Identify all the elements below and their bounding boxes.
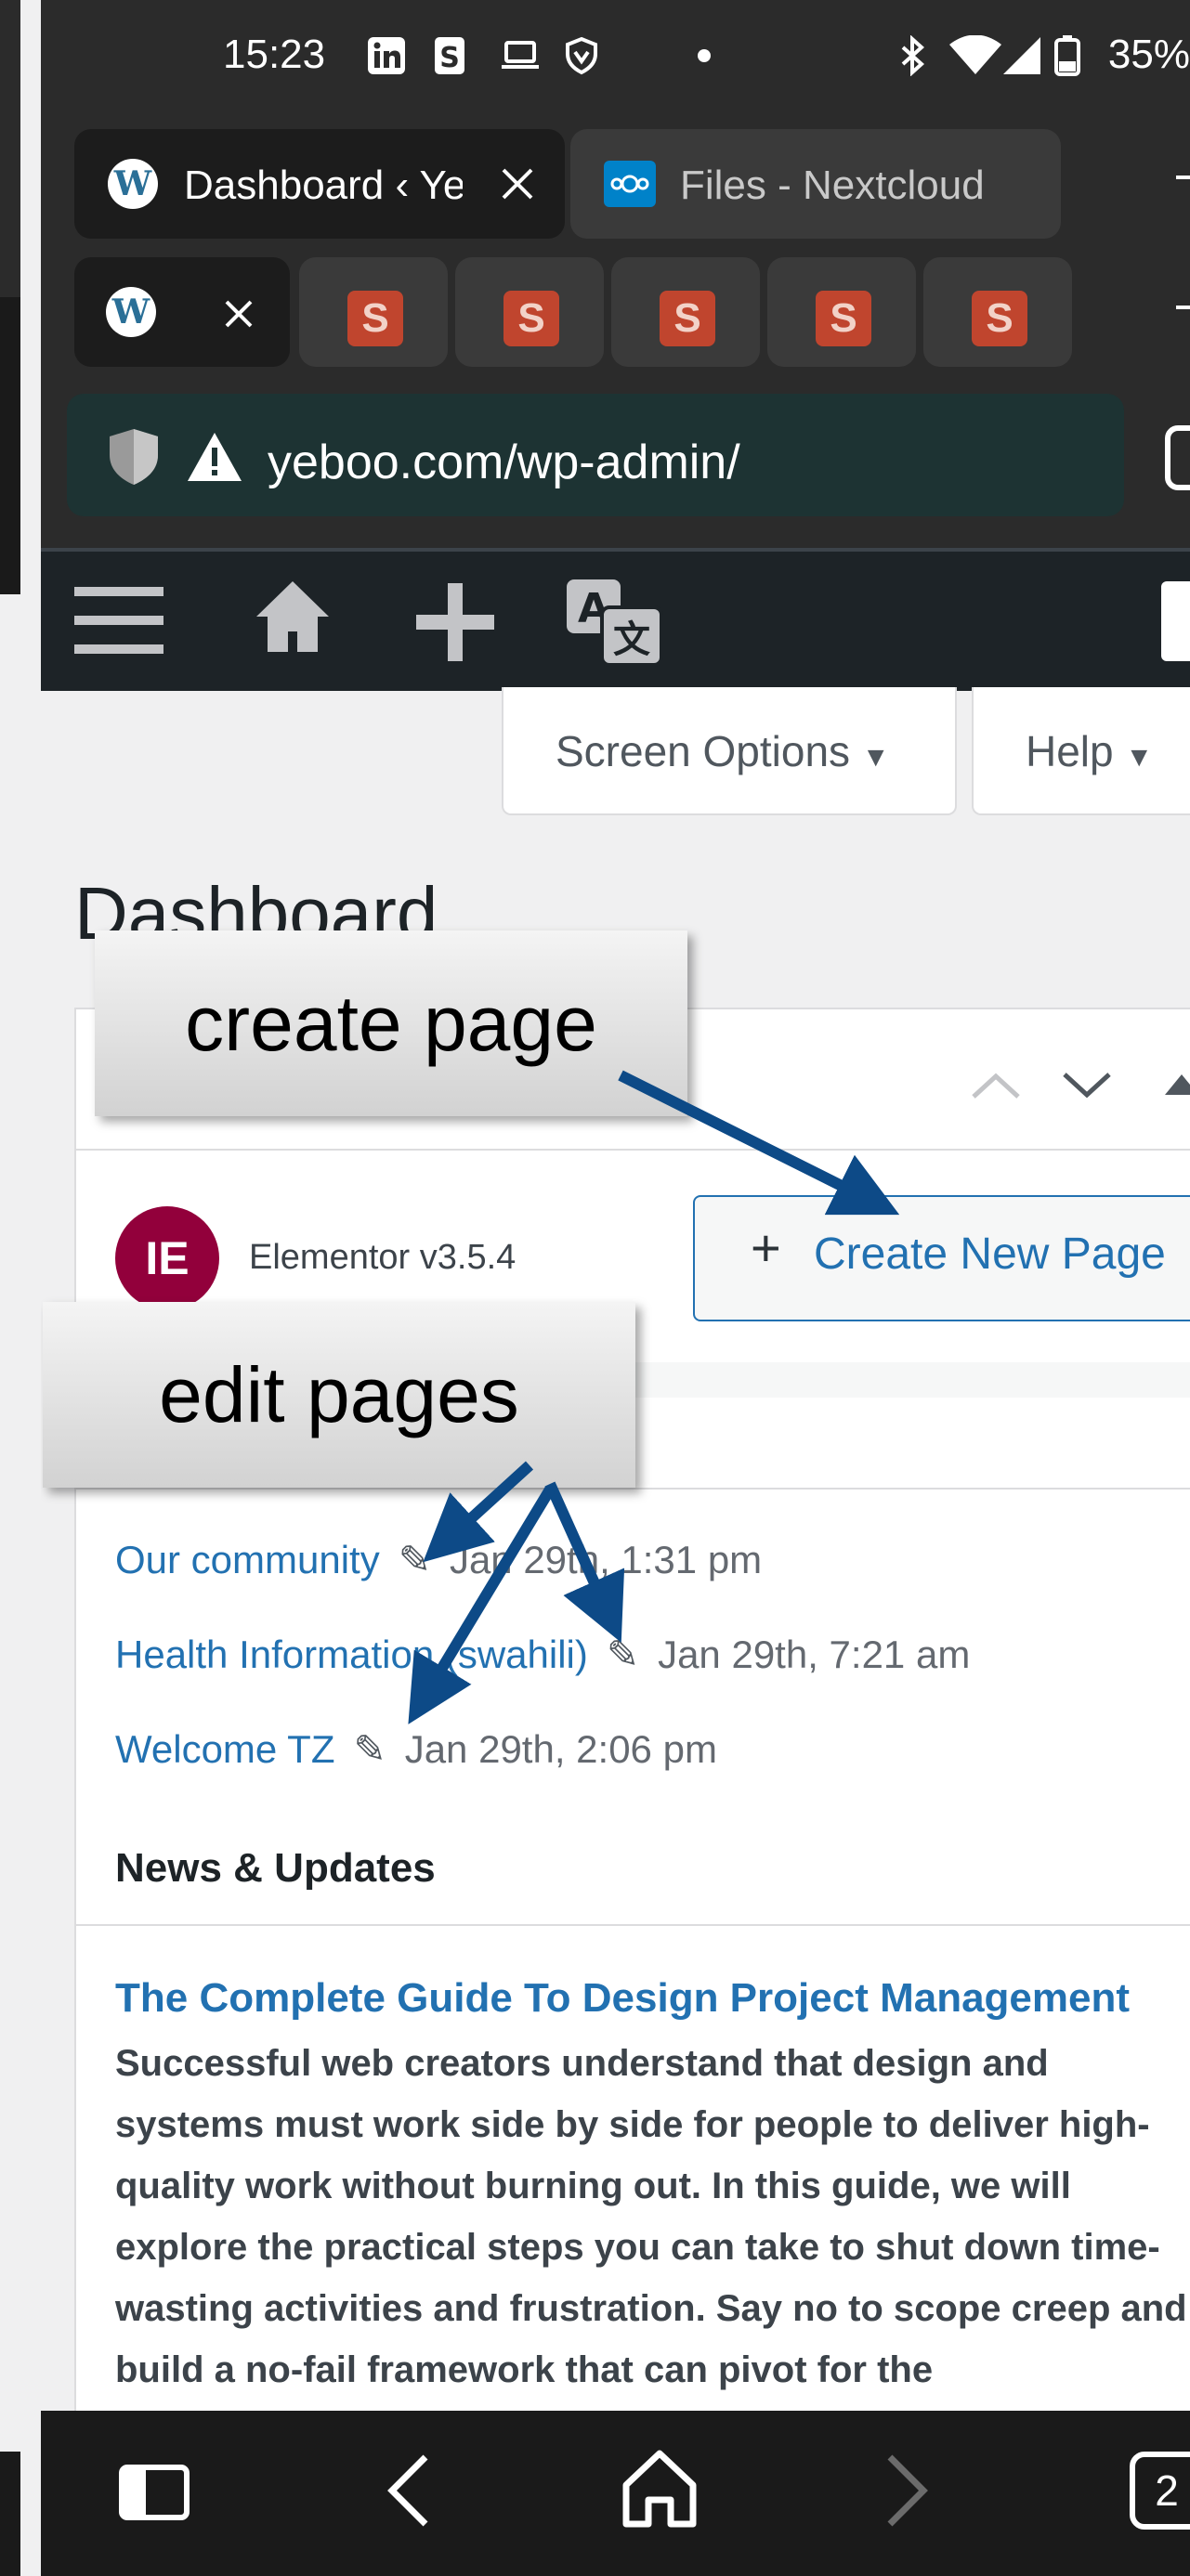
pencil-icon[interactable]: ✎	[399, 1538, 431, 1581]
recent-page-date: Jan 29th, 7:21 am	[658, 1633, 971, 1676]
bluetooth-icon	[901, 35, 924, 76]
recent-page-link[interactable]: Health Information (swahili)	[115, 1633, 588, 1676]
tab-s-app[interactable]: S	[767, 257, 916, 367]
tab-strip: W S S S S S	[41, 246, 1190, 371]
background-app-strip	[0, 0, 41, 2576]
tab-nextcloud[interactable]: Files - Nextcloud	[570, 129, 1061, 239]
shield-icon[interactable]	[106, 425, 162, 487]
plus-icon[interactable]	[414, 581, 496, 663]
tabs-icon[interactable]	[119, 2465, 190, 2520]
nextcloud-icon	[604, 161, 656, 207]
elementor-overview-panel: IE Elementor v3.5.4 + Create New Page Ou…	[74, 1008, 1190, 2423]
elementor-version: Elementor v3.5.4	[249, 1238, 517, 1277]
url-text[interactable]: yeboo.com/wp-admin/	[268, 435, 740, 490]
tab-groups-bar: W Dashboard ‹ Yeboo Files - Nextcloud	[41, 116, 1190, 246]
url-bar-area: yeboo.com/wp-admin/	[41, 371, 1190, 548]
svg-text:S: S	[439, 42, 460, 74]
battery-percent: 35%	[1107, 32, 1190, 77]
tab-wordpress[interactable]: W	[74, 257, 290, 367]
wordpress-icon: W	[108, 159, 158, 209]
article-excerpt: Successful web creators understand that …	[115, 2043, 1187, 2390]
browser-bottom-nav: 2	[41, 2411, 1190, 2576]
pencil-icon[interactable]: ✎	[354, 1727, 386, 1771]
status-time: 15:23	[223, 32, 326, 77]
elementor-logo: IE	[115, 1206, 219, 1310]
vpn-icon	[566, 36, 597, 75]
pencil-icon[interactable]: ✎	[607, 1633, 639, 1676]
chevron-up-icon[interactable]	[970, 1071, 1022, 1100]
status-bar: 15:23 S 35%	[41, 0, 1190, 116]
svg-text:文: 文	[613, 618, 650, 661]
s-app-icon: S	[972, 291, 1027, 346]
create-new-page-button[interactable]: + Create New Page	[693, 1195, 1190, 1321]
news-heading: News & Updates	[115, 1845, 436, 1891]
tab-s-app[interactable]: S	[923, 257, 1072, 367]
avatar[interactable]	[1161, 581, 1190, 661]
create-new-page-label: Create New Page	[814, 1229, 1166, 1279]
dot-icon	[698, 49, 711, 62]
s-app-icon: S	[503, 291, 559, 346]
s-app-icon: S	[816, 291, 871, 346]
wordpress-icon: W	[106, 287, 156, 337]
tab-title: Dashboard ‹ Yeboo	[184, 163, 463, 208]
recent-page-date: Jan 29th, 2:06 pm	[404, 1727, 717, 1771]
new-tab-icon[interactable]	[1176, 176, 1190, 179]
screen-options-label: Screen Options ▼	[556, 727, 890, 775]
help-label: Help ▼	[1026, 727, 1154, 775]
screen-options-button[interactable]: Screen Options ▼	[502, 687, 957, 815]
tab-title: Files - Nextcloud	[680, 163, 985, 208]
warning-icon[interactable]	[186, 431, 243, 483]
laptop-icon	[502, 41, 539, 69]
signal-icon	[1003, 37, 1040, 74]
extension-icon[interactable]	[1165, 425, 1190, 490]
close-icon[interactable]	[500, 166, 535, 202]
article-title-link[interactable]: The Complete Guide To Design Project Man…	[115, 1975, 1130, 2022]
back-icon[interactable]	[385, 2453, 431, 2528]
help-button[interactable]: Help ▼	[972, 687, 1190, 815]
recent-page-link[interactable]: Welcome TZ	[115, 1727, 335, 1771]
plus-icon: +	[751, 1218, 781, 1277]
s-app-icon: S	[660, 291, 715, 346]
new-tab-icon[interactable]	[1176, 306, 1190, 309]
recent-page-date: Jan 29th, 1:31 pm	[449, 1538, 763, 1581]
tab-s-app[interactable]: S	[299, 257, 448, 367]
menu-icon[interactable]	[74, 581, 163, 659]
create-page-callout: create page	[95, 930, 687, 1116]
s-app-icon: S	[435, 37, 464, 74]
recent-page-item: Our community ✎ Jan 29th, 1:31 pm	[115, 1537, 762, 1582]
home-icon[interactable]	[253, 576, 333, 656]
recent-page-link[interactable]: Our community	[115, 1538, 380, 1581]
toggle-arrow-icon[interactable]	[1163, 1071, 1190, 1097]
tab-s-app[interactable]: S	[455, 257, 604, 367]
wifi-icon	[949, 35, 1001, 74]
home-icon[interactable]	[621, 2448, 699, 2528]
recent-page-item: Welcome TZ ✎ Jan 29th, 2:06 pm	[115, 1726, 717, 1772]
linkedin-icon	[368, 37, 405, 74]
battery-icon	[1054, 35, 1080, 76]
tab-s-app[interactable]: S	[611, 257, 760, 367]
recent-page-item: Health Information (swahili) ✎ Jan 29th, 7…	[115, 1632, 970, 1677]
phone-screen: 15:23 S 35% W Dashboard ‹ Yeboo Files - …	[41, 0, 1190, 2576]
translate-icon[interactable]: A文	[565, 578, 665, 667]
close-icon[interactable]	[223, 298, 255, 330]
tab-dashboard[interactable]: W Dashboard ‹ Yeboo	[74, 129, 565, 239]
s-app-icon: S	[347, 291, 403, 346]
forward-icon[interactable]	[884, 2453, 931, 2528]
chevron-down-icon[interactable]	[1061, 1071, 1113, 1100]
tab-count-button[interactable]: 2	[1130, 2452, 1190, 2530]
edit-pages-callout: edit pages	[43, 1302, 635, 1488]
wp-admin-bar: A文	[41, 548, 1190, 691]
